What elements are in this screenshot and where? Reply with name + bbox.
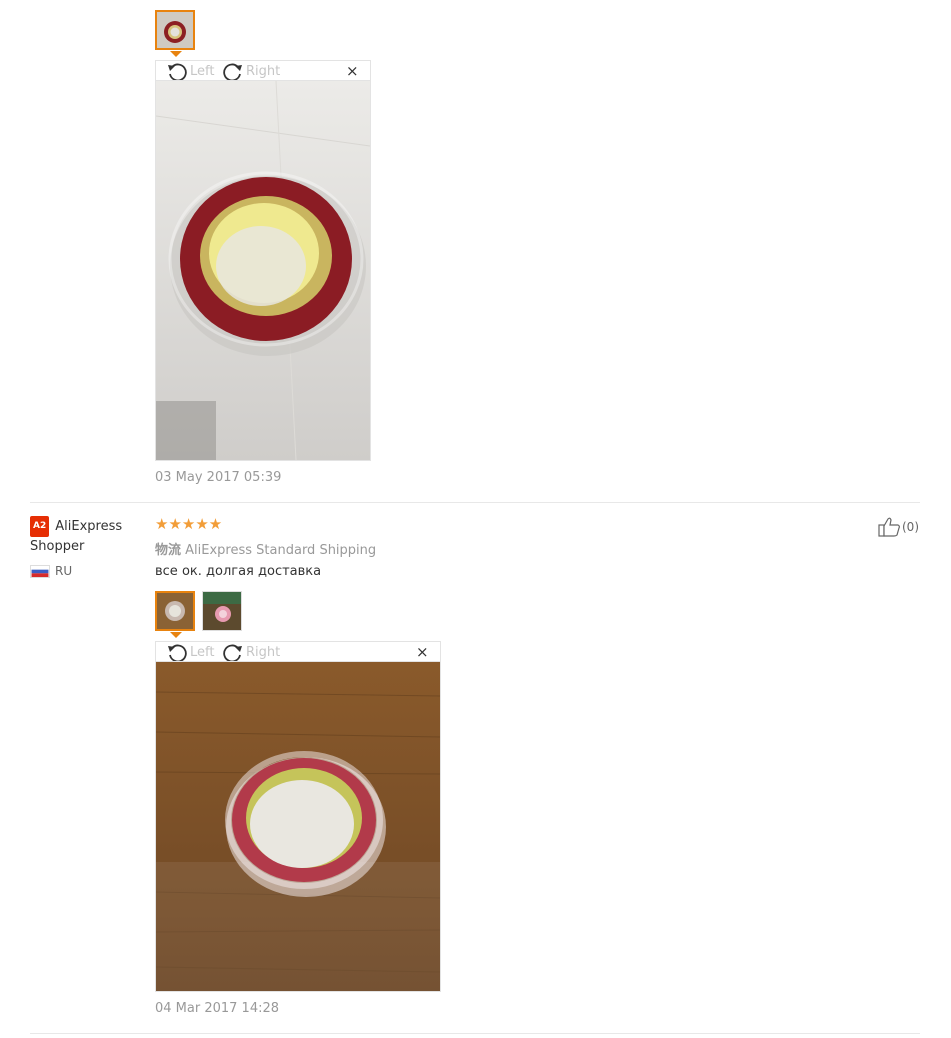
close-icon[interactable]: ×	[346, 62, 359, 80]
rotate-left-button[interactable]: Left	[166, 642, 214, 662]
review2-enlarged-photo	[155, 661, 441, 992]
review2-date: 04 Mar 2017 14:28	[155, 1001, 280, 1016]
shipping-info: 物流 AliExpress Standard Shipping	[155, 539, 376, 558]
reviewer-name-block: A2 AliExpress Shopper	[30, 516, 140, 556]
review2-thumbnail-1[interactable]	[155, 591, 195, 631]
user-level-badge: A2	[30, 516, 50, 537]
rotate-right-icon	[223, 644, 242, 662]
star-rating: ★★★★★	[155, 517, 222, 532]
rotate-left-icon	[168, 644, 187, 662]
star-icons: ★★★★★	[155, 515, 223, 533]
review-divider	[30, 502, 920, 503]
shipping-method: AliExpress Standard Shipping	[185, 543, 377, 558]
reviewer-country: RU	[30, 564, 140, 578]
review1-thumbnail-1[interactable]	[155, 10, 195, 50]
rotate-left-label: Left	[190, 644, 215, 660]
review1-date: 03 May 2017 05:39	[155, 470, 282, 485]
close-icon[interactable]: ×	[416, 643, 429, 661]
rotate-left-icon	[168, 63, 187, 81]
rotate-right-label: Right	[246, 644, 281, 660]
review1-image-toolbar: Left Right ×	[155, 60, 371, 81]
thumbnail-pointer	[170, 51, 182, 57]
rotate-right-button[interactable]: Right	[222, 61, 280, 81]
rotate-left-button[interactable]: Left	[166, 61, 214, 81]
review2-image-toolbar: Left Right ×	[155, 641, 441, 662]
rotate-right-icon	[223, 63, 242, 81]
shipping-prefix: 物流	[155, 543, 182, 558]
russia-flag-icon	[30, 564, 50, 578]
review-divider	[30, 1033, 920, 1034]
helpful-button[interactable]: (0)	[878, 517, 919, 537]
reviewer-info: A2 AliExpress Shopper RU	[30, 516, 140, 578]
review-text: все ок. долгая доставка	[155, 564, 322, 579]
rotate-right-label: Right	[246, 63, 281, 79]
helpful-count: (0)	[902, 520, 919, 534]
rotate-left-label: Left	[190, 63, 215, 79]
thumbs-up-icon	[878, 517, 900, 537]
review2-thumbnail-2[interactable]	[202, 591, 242, 631]
rotate-right-button[interactable]: Right	[222, 642, 280, 662]
review1-enlarged-photo	[155, 80, 371, 461]
thumbnail-pointer	[170, 632, 182, 638]
country-code: RU	[55, 564, 73, 578]
